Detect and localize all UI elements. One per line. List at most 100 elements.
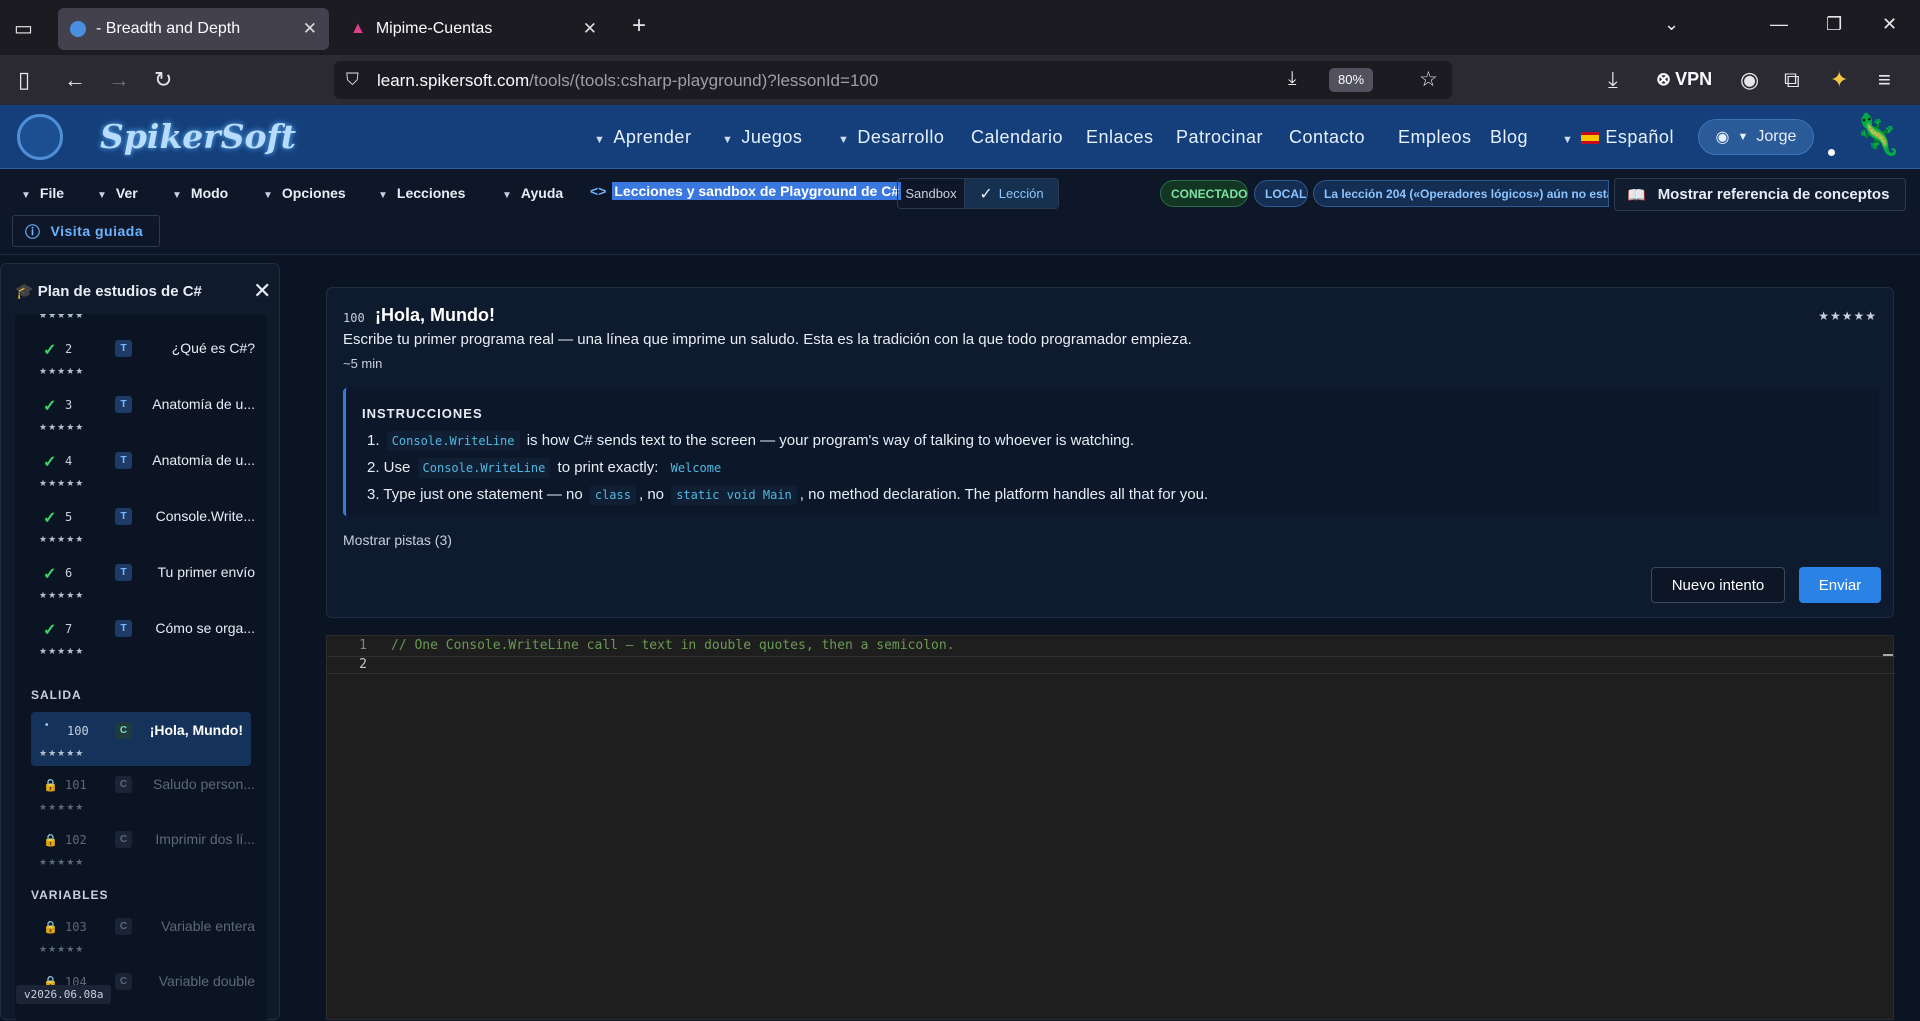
restore-icon[interactable]: ❐	[1826, 14, 1842, 35]
nav-enlaces[interactable]: Enlaces	[1086, 127, 1154, 148]
instructions-heading: INSTRUCCIONES	[362, 406, 483, 421]
show-hints-link[interactable]: Mostrar pistas (3)	[343, 532, 452, 548]
rating-stars: ★★★★★	[39, 646, 85, 656]
check-icon: ✓	[43, 566, 57, 583]
theory-type-icon: T	[115, 564, 132, 581]
shield-icon[interactable]: ⛉	[346, 70, 359, 90]
logo-icon[interactable]	[17, 114, 63, 160]
chameleon-mascot-icon[interactable]: 🦎	[1852, 111, 1902, 158]
tab-breadth-depth[interactable]: - Breadth and Depth ✕	[58, 8, 329, 50]
rating-stars: ★★★★★	[39, 366, 85, 376]
close-tab-icon[interactable]: ✕	[583, 19, 597, 39]
url-bar[interactable]: ⛉ learn.spikersoft.com/tools/(tools:csha…	[334, 61, 1452, 99]
lesson-duration: ~5 min	[343, 356, 383, 371]
zoom-level[interactable]: 80%	[1329, 68, 1373, 92]
tab-mipime[interactable]: ▲ Mipime-Cuentas ✕	[338, 8, 609, 50]
current-dot-icon: •	[45, 720, 49, 731]
rating-stars: ★★★★★	[39, 802, 85, 812]
bookmark-star-icon[interactable]: ☆	[1419, 67, 1438, 92]
back-icon[interactable]: ←	[64, 68, 86, 92]
menu-modo[interactable]: ▼ Modo	[172, 185, 228, 201]
chevron-down-icon: ▼	[1562, 134, 1574, 146]
list-item[interactable]: ★★★★★	[15, 314, 267, 330]
close-window-icon[interactable]: ✕	[1882, 14, 1897, 35]
list-item[interactable]: ✓ 2 T ¿Qué es C#? ★★★★★	[15, 330, 267, 386]
site-logo[interactable]: SpikerSoft	[100, 117, 296, 156]
extensions-icon[interactable]: ⧉	[1784, 68, 1800, 92]
chevron-down-icon: ▼	[172, 190, 182, 201]
theory-type-icon: T	[115, 340, 132, 357]
vpn-button[interactable]: ⊗ VPN	[1656, 69, 1712, 90]
nav-language[interactable]: ▼ Español	[1562, 127, 1674, 148]
mode-lesson[interactable]: ✓ Lección	[964, 179, 1058, 208]
menu-lecciones[interactable]: ▼ Lecciones	[378, 185, 465, 201]
list-item[interactable]: ✓ 4 T Anatomía de u... ★★★★★	[15, 442, 267, 498]
check-icon: ✓	[43, 342, 57, 359]
curriculum-sidebar: 🎓 Plan de estudios de C# ✕ ★★★★★ ✓ 2 T ¿Qué …	[0, 263, 280, 1021]
minimize-icon[interactable]: —	[1770, 14, 1788, 35]
nav-empleos[interactable]: Empleos	[1398, 127, 1472, 148]
list-item-current[interactable]: • 100 C ¡Hola, Mundo! ★★★★★	[31, 712, 251, 766]
rating-stars: ★★★★★	[39, 478, 85, 488]
list-item-locked[interactable]: 🔒 101 C Saludo person... ★★★★★	[15, 766, 267, 822]
guided-tour-button[interactable]: ⓘ Visita guiada	[12, 215, 160, 247]
list-item[interactable]: ✓ 7 T Cómo se orga... ★★★★★	[15, 610, 267, 666]
section-header-output: SALIDA	[31, 688, 82, 702]
menu-opciones[interactable]: ▼ Opciones	[263, 185, 346, 201]
list-item-locked[interactable]: 🔒 102 C Imprimir dos lí... ★★★★★	[15, 821, 267, 877]
line-number: 1	[359, 638, 367, 653]
list-all-tabs-icon[interactable]: ⌄	[1664, 14, 1679, 35]
list-item[interactable]: ✓ 5 T Console.Write... ★★★★★	[15, 498, 267, 554]
lesson-list: ★★★★★ ✓ 2 T ¿Qué es C#? ★★★★★ ✓ 3 T Anatomía de…	[15, 314, 267, 1021]
rating-stars: ★★★★★	[1818, 309, 1877, 323]
rating-stars: ★★★★★	[39, 314, 85, 320]
list-item[interactable]: ✓ 6 T Tu primer envío ★★★★★	[15, 554, 267, 610]
nav-contacto[interactable]: Contacto	[1289, 127, 1365, 148]
tab-list-icon[interactable]: ▭	[14, 16, 33, 41]
extension-alert-icon[interactable]: ✦	[1830, 68, 1848, 92]
close-tab-icon[interactable]: ✕	[303, 19, 317, 39]
sidebar-toggle-icon[interactable]: ▯	[18, 68, 30, 92]
theory-type-icon: T	[115, 620, 132, 637]
chevron-down-icon: ▼	[263, 190, 273, 201]
menu-file[interactable]: ▼ File	[21, 185, 64, 201]
lesson-card: 100 ¡Hola, Mundo! ★★★★★ Escribe tu prime…	[326, 287, 1894, 618]
code-type-icon: C	[115, 973, 132, 990]
rating-stars: ★★★★★	[39, 422, 85, 432]
code-type-icon: C	[115, 776, 132, 793]
show-concept-reference-button[interactable]: 📖 Mostrar referencia de conceptos	[1614, 178, 1906, 211]
theory-type-icon: T	[115, 452, 132, 469]
reload-icon[interactable]: ↻	[154, 68, 172, 92]
install-app-icon[interactable]: ⤓	[1288, 68, 1296, 90]
code-editor[interactable]: 1 2 // One Console.WriteLine call — text…	[326, 635, 1895, 1020]
forward-icon[interactable]: →	[108, 68, 130, 92]
nav-desarrollo[interactable]: ▼ Desarrollo	[838, 127, 944, 148]
code-comment-line[interactable]: // One Console.WriteLine call — text in …	[391, 638, 955, 653]
tab-label: Mipime-Cuentas	[375, 20, 493, 37]
retry-button[interactable]: Nuevo intento	[1651, 567, 1785, 603]
mode-sandbox[interactable]: Sandbox	[898, 179, 964, 208]
url-text[interactable]: learn.spikersoft.com/tools/(tools:csharp…	[377, 71, 878, 91]
close-icon[interactable]: ✕	[253, 278, 271, 304]
instruction-step-3: 3. Type just one statement — no class, n…	[367, 485, 1209, 505]
menu-ver[interactable]: ▼ Ver	[97, 185, 138, 201]
theory-type-icon: T	[115, 508, 132, 525]
submit-button[interactable]: Enviar	[1799, 567, 1881, 603]
nav-patrocinar[interactable]: Patrocinar	[1176, 127, 1263, 148]
nav-blog[interactable]: Blog	[1490, 127, 1528, 148]
new-tab-icon[interactable]: +	[632, 12, 646, 40]
app-menu-icon[interactable]: ≡	[1878, 68, 1891, 92]
menu-ayuda[interactable]: ▼ Ayuda	[502, 185, 563, 201]
site-header: SpikerSoft ▼ Aprender ▼ Juegos ▼ Desarrollo…	[0, 105, 1920, 169]
chevron-down-icon: ▼	[722, 134, 734, 146]
downloads-icon[interactable]: ⤓	[1608, 68, 1618, 92]
user-menu-button[interactable]: ◉ ▼ Jorge	[1698, 119, 1814, 155]
list-item-locked[interactable]: 🔒 103 C Variable entera ★★★★★	[15, 908, 267, 964]
nav-juegos[interactable]: ▼ Juegos	[722, 127, 802, 148]
list-item[interactable]: ✓ 3 T Anatomía de u... ★★★★★	[15, 386, 267, 442]
nav-aprender[interactable]: ▼ Aprender	[594, 127, 691, 148]
chevron-down-icon: ▼	[502, 190, 512, 201]
nav-calendario[interactable]: Calendario	[971, 127, 1063, 148]
check-icon: ✓	[979, 185, 993, 203]
account-icon[interactable]: ◉	[1740, 68, 1759, 92]
